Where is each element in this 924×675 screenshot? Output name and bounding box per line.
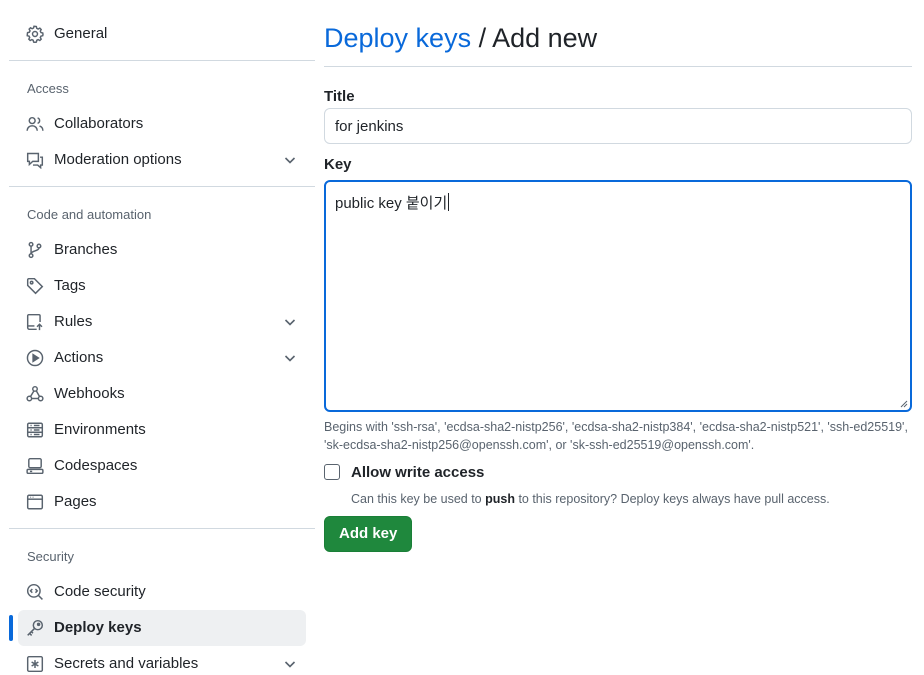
chevron-down-icon <box>282 656 298 672</box>
allow-write-checkbox[interactable] <box>324 464 340 480</box>
section-heading-security: Security <box>27 549 74 564</box>
codespaces-icon <box>26 457 44 475</box>
sidebar-item-label: Code security <box>54 583 146 600</box>
key-field-label: Key <box>324 156 352 173</box>
key-textarea[interactable]: public key 붙이기 <box>324 180 912 412</box>
sidebar-item-codespaces[interactable]: Codespaces <box>18 448 306 484</box>
sidebar-item-actions[interactable]: Actions <box>18 340 306 376</box>
sidebar-item-pages[interactable]: Pages <box>18 484 306 520</box>
sidebar-item-label: Secrets and variables <box>54 655 199 672</box>
sidebar-item-label: Webhooks <box>54 385 125 402</box>
git-branch-icon <box>26 241 44 259</box>
active-indicator <box>9 615 13 641</box>
sidebar-item-label: Codespaces <box>54 457 138 474</box>
sidebar-item-webhooks[interactable]: Webhooks <box>18 376 306 412</box>
key-textarea-value: public key 붙이기 <box>335 195 448 212</box>
sidebar-item-label: Actions <box>54 349 104 366</box>
sidebar-item-environments[interactable]: Environments <box>18 412 306 448</box>
section-heading-code-and-automation: Code and automation <box>27 207 152 222</box>
sidebar-item-label: Deploy keys <box>54 619 142 636</box>
webhook-icon <box>26 385 44 403</box>
allow-write-desc-bold: push <box>485 492 515 506</box>
sidebar-divider <box>9 528 315 529</box>
settings-sidebar: General Access Collaborators Moderation … <box>0 0 316 675</box>
allow-write-description: Can this key be used to push to this rep… <box>351 490 830 508</box>
title-field-label: Title <box>324 88 355 105</box>
sidebar-item-general[interactable]: General <box>18 16 306 52</box>
key-format-hint: Begins with 'ssh-rsa', 'ecdsa-sha2-nistp… <box>324 420 908 452</box>
sidebar-item-tags[interactable]: Tags <box>18 268 306 304</box>
browser-icon <box>26 493 44 511</box>
gear-icon <box>26 25 44 43</box>
sidebar-item-branches[interactable]: Branches <box>18 232 306 268</box>
allow-write-desc-suffix: to this repository? Deploy keys always h… <box>514 492 830 506</box>
sidebar-item-label: Collaborators <box>54 115 144 132</box>
sidebar-item-rules[interactable]: Rules <box>18 304 306 340</box>
codescan-icon <box>26 583 44 601</box>
key-icon <box>26 619 44 637</box>
allow-write-desc-prefix: Can this key be used to <box>351 492 486 506</box>
title-input[interactable] <box>324 108 912 144</box>
add-key-button[interactable]: Add key <box>324 516 413 552</box>
sidebar-item-label: Tags <box>54 277 86 294</box>
section-heading-access: Access <box>27 81 69 96</box>
sidebar-item-label: General <box>54 25 108 42</box>
breadcrumb-current: Add new <box>492 23 598 53</box>
chevron-down-icon <box>282 152 298 168</box>
report-icon <box>26 151 44 169</box>
repo-push-icon <box>26 313 44 331</box>
sidebar-divider <box>9 186 315 187</box>
sidebar-divider <box>9 60 315 61</box>
people-icon <box>26 115 44 133</box>
play-icon <box>26 349 44 367</box>
page-title: Deploy keys / Add new <box>324 18 597 58</box>
sidebar-item-code-security[interactable]: Code security <box>18 574 306 610</box>
sidebar-item-label: Pages <box>54 493 97 510</box>
sidebar-item-label: Rules <box>54 313 93 330</box>
sidebar-item-deploy-keys[interactable]: Deploy keys <box>18 610 306 646</box>
allow-write-label[interactable]: Allow write access <box>351 463 484 483</box>
tag-icon <box>26 277 44 295</box>
sidebar-item-label: Environments <box>54 421 146 438</box>
page: General Access Collaborators Moderation … <box>0 0 924 675</box>
sidebar-item-moderation-options[interactable]: Moderation options <box>18 142 306 178</box>
resize-handle-icon[interactable] <box>898 398 908 408</box>
title-divider <box>324 66 912 67</box>
sidebar-item-collaborators[interactable]: Collaborators <box>18 106 306 142</box>
key-asterisk-icon <box>26 655 44 673</box>
breadcrumb-separator: / <box>471 23 493 53</box>
server-icon <box>26 421 44 439</box>
breadcrumb-deploy-keys-link[interactable]: Deploy keys <box>324 23 471 53</box>
text-caret <box>448 193 450 211</box>
chevron-down-icon <box>282 314 298 330</box>
chevron-down-icon <box>282 350 298 366</box>
sidebar-item-secrets-and-variables[interactable]: Secrets and variables <box>18 646 306 675</box>
sidebar-item-label: Moderation options <box>54 151 182 168</box>
sidebar-item-label: Branches <box>54 241 118 258</box>
